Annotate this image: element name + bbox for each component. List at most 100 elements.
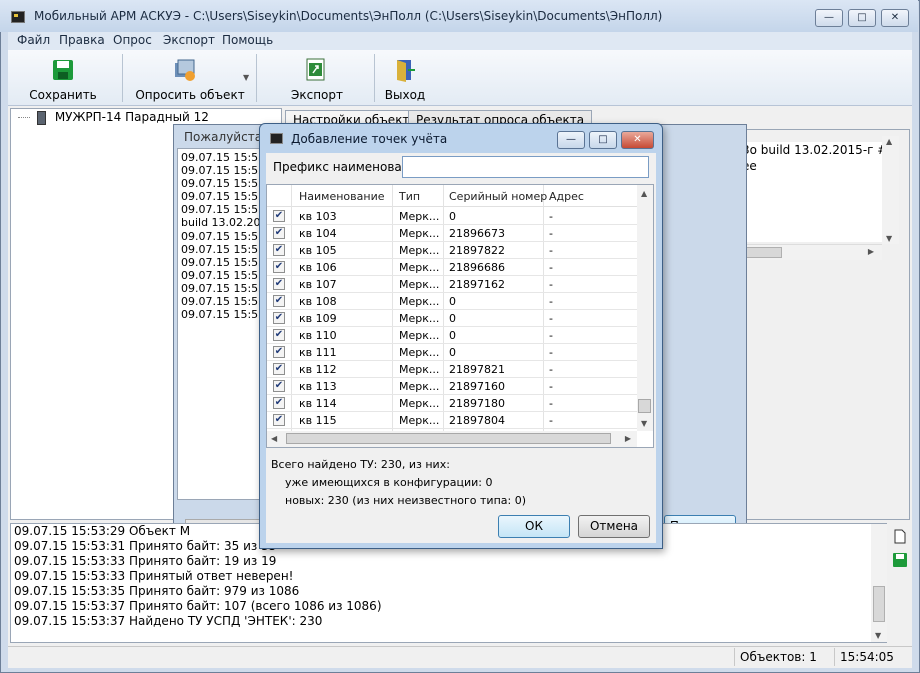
column-header-type[interactable]: Тип xyxy=(399,190,420,203)
toolbar-separator xyxy=(374,54,375,102)
table-row[interactable]: ✔ кв 107 Мерк... 21897162 - xyxy=(267,276,637,293)
table-row[interactable]: ✔ кв 103 Мерк... 0 - xyxy=(267,208,637,225)
grid-horizontal-scrollbar[interactable]: ◀ ▶ xyxy=(267,431,637,447)
vertical-scrollbar[interactable]: ▲ ▼ xyxy=(882,136,899,244)
dialog-minimize-button[interactable]: — xyxy=(557,131,585,149)
row-checkbox[interactable]: ✔ xyxy=(273,295,285,307)
new-document-icon[interactable] xyxy=(894,529,906,544)
table-row[interactable]: ✔ кв 115 Мерк... 21897804 - xyxy=(267,412,637,429)
progress-log-line: 09.07.15 15:53:3 xyxy=(181,268,267,282)
row-checkbox[interactable]: ✔ xyxy=(273,210,285,222)
scroll-right-icon[interactable]: ▶ xyxy=(868,247,874,256)
poll-label: Опросить объект xyxy=(135,88,245,102)
table-row[interactable]: ✔ кв 110 Мерк... 0 - xyxy=(267,327,637,344)
row-checkbox[interactable]: ✔ xyxy=(273,346,285,358)
table-row[interactable]: ✔ кв 105 Мерк... 21897822 - xyxy=(267,242,637,259)
menu-help[interactable]: Помощь xyxy=(222,33,273,47)
cell-serial: 21897821 xyxy=(449,363,505,376)
progress-dialog-title: Пожалуйста, xyxy=(184,130,266,144)
table-row[interactable]: ✔ кв 108 Мерк... 0 - xyxy=(267,293,637,310)
cell-type: Мерк... xyxy=(399,278,440,291)
horizontal-scrollbar[interactable]: ▶ xyxy=(742,244,882,260)
dialog-maximize-button[interactable]: □ xyxy=(589,131,617,149)
cell-address: - xyxy=(549,312,553,325)
settings-text: 3о build 13.02.2015-г #1 ее ic-entek323o xyxy=(742,142,882,242)
cell-serial: 21897822 xyxy=(449,244,505,257)
progress-log-line: 09.07.15 15:53:3 xyxy=(181,295,267,309)
table-row[interactable]: ✔ кв 109 Мерк... 0 - xyxy=(267,310,637,327)
cell-type: Мерк... xyxy=(399,244,440,257)
close-button[interactable]: ✕ xyxy=(881,9,909,27)
minimize-button[interactable]: — xyxy=(815,9,843,27)
cell-type: Мерк... xyxy=(399,329,440,342)
table-row[interactable]: ✔ кв 111 Мерк... 0 - xyxy=(267,344,637,361)
export-label: Экспорт xyxy=(290,88,344,102)
cell-type: Мерк... xyxy=(399,227,440,240)
scroll-up-icon[interactable]: ▲ xyxy=(641,189,647,198)
toolbar-separator xyxy=(256,54,257,102)
menu-export[interactable]: Экспорт xyxy=(163,33,215,47)
prefix-input[interactable] xyxy=(402,156,649,178)
cell-name: кв 104 xyxy=(299,227,337,240)
floppy-icon[interactable] xyxy=(893,553,907,567)
summary-total: Всего найдено ТУ: 230, из них: xyxy=(271,458,450,471)
row-checkbox[interactable]: ✔ xyxy=(273,261,285,273)
grid-vertical-scrollbar[interactable]: ▲ ▼ xyxy=(637,185,653,431)
table-row[interactable]: ✔ кв 113 Мерк... 21897160 - xyxy=(267,378,637,395)
scroll-left-icon[interactable]: ◀ xyxy=(271,434,277,443)
log-scrollbar[interactable]: ▼ xyxy=(871,524,887,642)
export-button[interactable]: Экспорт xyxy=(282,54,352,110)
column-header-address[interactable]: Адрес xyxy=(549,190,584,203)
exit-button[interactable]: Выход xyxy=(380,54,430,110)
tree-item[interactable]: МУЖРП-14 Парадный 12 xyxy=(18,110,209,125)
cell-name: кв 110 xyxy=(299,329,337,342)
row-checkbox[interactable]: ✔ xyxy=(273,397,285,409)
cell-serial: 0 xyxy=(449,329,456,342)
column-header-serial[interactable]: Серийный номер xyxy=(449,190,547,203)
menu-poll[interactable]: Опрос xyxy=(113,33,152,47)
row-checkbox[interactable]: ✔ xyxy=(273,244,285,256)
menu-file[interactable]: Файл xyxy=(17,33,50,47)
cell-name: кв 103 xyxy=(299,210,337,223)
scroll-down-icon[interactable]: ▼ xyxy=(886,234,892,243)
cell-name: кв 109 xyxy=(299,312,337,325)
scroll-thumb[interactable] xyxy=(873,586,885,622)
row-checkbox[interactable]: ✔ xyxy=(273,414,285,426)
row-checkbox[interactable]: ✔ xyxy=(273,363,285,375)
scroll-thumb[interactable] xyxy=(638,399,651,413)
cell-type: Мерк... xyxy=(399,414,440,427)
poll-object-button[interactable]: Опросить объект xyxy=(130,54,250,110)
ok-button[interactable]: ОК xyxy=(498,515,570,538)
cell-name: кв 105 xyxy=(299,244,337,257)
row-checkbox[interactable]: ✔ xyxy=(273,329,285,341)
dropdown-arrow-icon[interactable]: ▼ xyxy=(243,73,249,82)
menu-edit[interactable]: Правка xyxy=(59,33,105,47)
table-row[interactable]: ✔ кв 114 Мерк... 21897180 - xyxy=(267,395,637,412)
scroll-right-icon[interactable]: ▶ xyxy=(625,434,631,443)
cell-address: - xyxy=(549,397,553,410)
scroll-down-icon[interactable]: ▼ xyxy=(875,631,881,640)
row-checkbox[interactable]: ✔ xyxy=(273,278,285,290)
table-row[interactable]: ✔ кв 106 Мерк... 21896686 - xyxy=(267,259,637,276)
maximize-button[interactable]: □ xyxy=(848,9,876,27)
cancel-button[interactable]: Отмена xyxy=(578,515,650,538)
row-checkbox[interactable]: ✔ xyxy=(273,312,285,324)
cell-address: - xyxy=(549,414,553,427)
log-line: 09.07.15 15:53:35 Принято байт: 979 из 1… xyxy=(14,584,300,598)
scroll-thumb[interactable] xyxy=(286,433,611,444)
object-icon xyxy=(36,110,46,125)
column-header-name[interactable]: Наименование xyxy=(299,190,384,203)
cell-type: Мерк... xyxy=(399,210,440,223)
scroll-down-icon[interactable]: ▼ xyxy=(641,419,647,428)
save-button[interactable]: Сохранить xyxy=(22,54,104,110)
row-checkbox[interactable]: ✔ xyxy=(273,380,285,392)
objects-count: Объектов: 1 xyxy=(734,648,834,666)
floppy-icon xyxy=(53,60,73,80)
scroll-up-icon[interactable]: ▲ xyxy=(886,137,892,146)
cell-name: кв 107 xyxy=(299,278,337,291)
scroll-thumb[interactable] xyxy=(742,247,782,258)
dialog-close-button[interactable]: ✕ xyxy=(621,131,654,149)
table-row[interactable]: ✔ кв 112 Мерк... 21897821 - xyxy=(267,361,637,378)
table-row[interactable]: ✔ кв 104 Мерк... 21896673 - xyxy=(267,225,637,242)
row-checkbox[interactable]: ✔ xyxy=(273,227,285,239)
